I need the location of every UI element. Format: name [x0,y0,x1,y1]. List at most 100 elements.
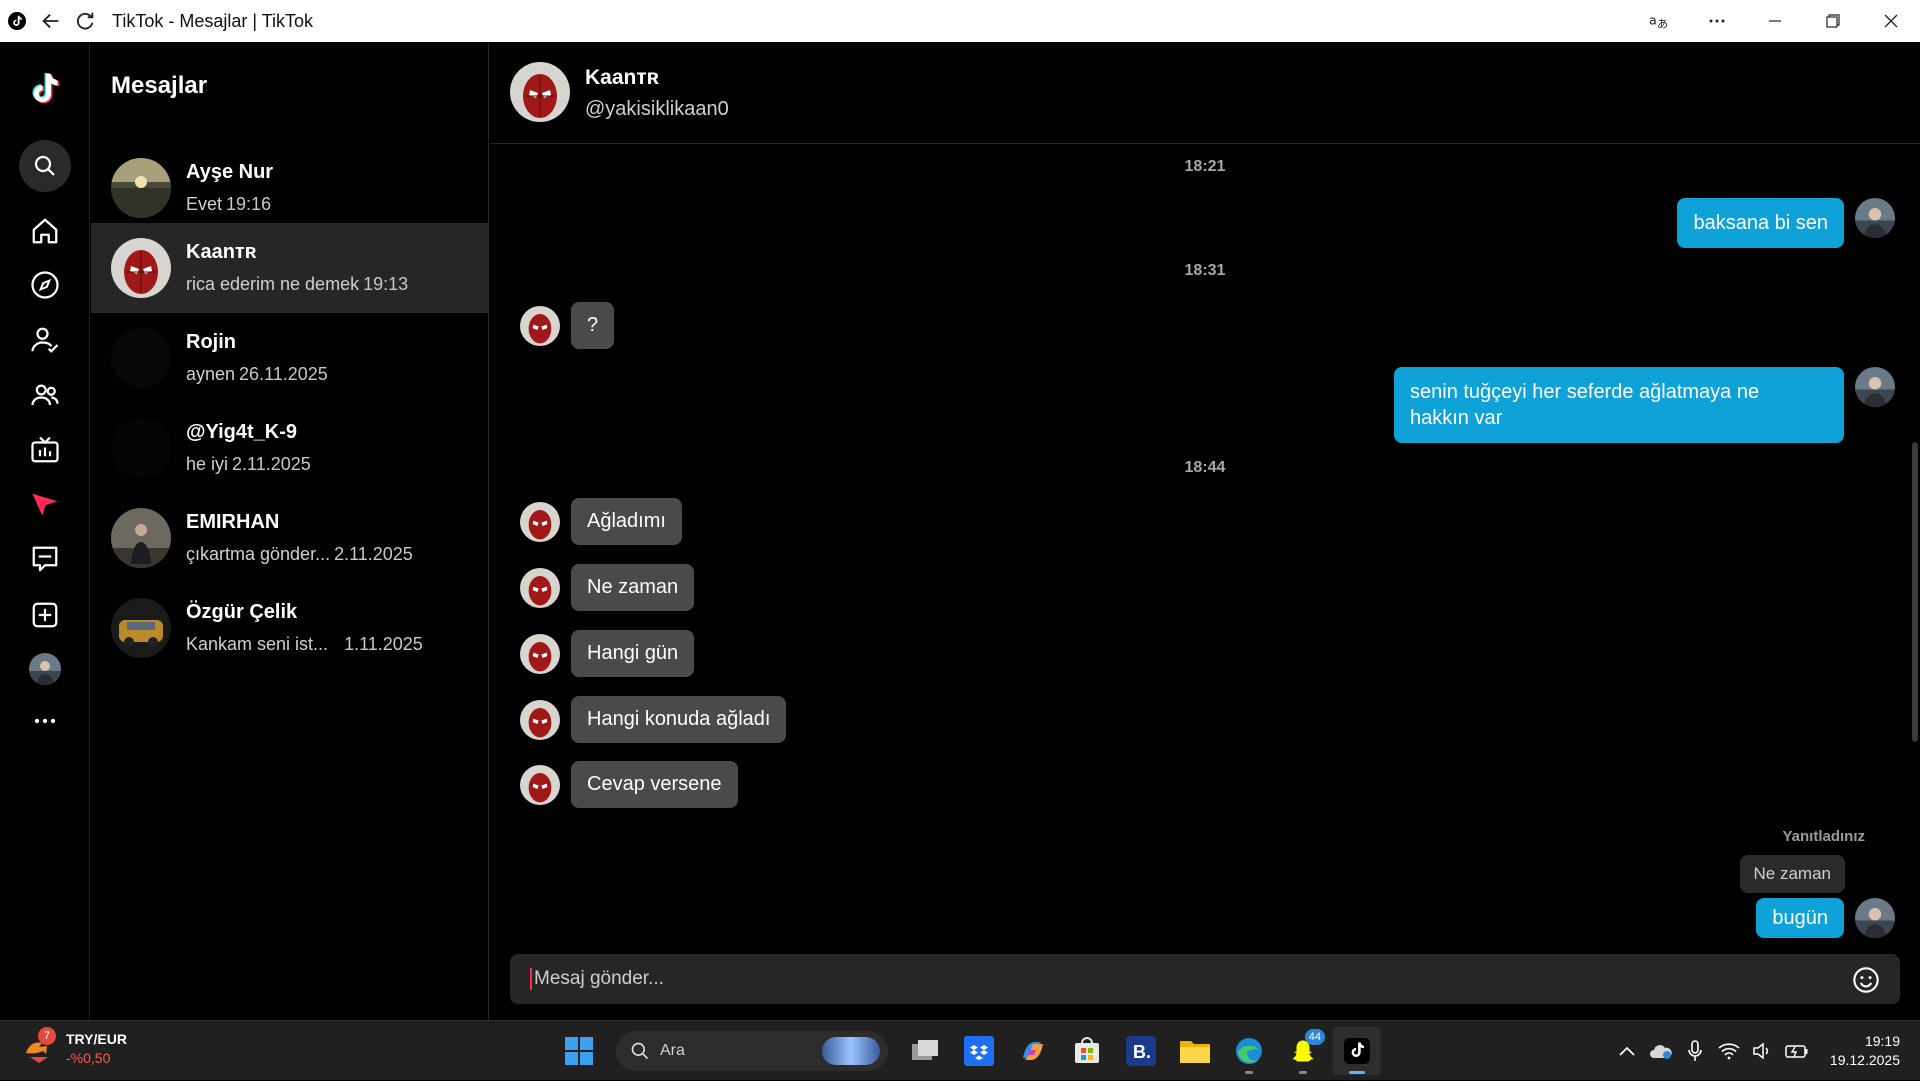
message-outgoing: baksana bi sen [1677,198,1895,248]
clock[interactable]: 19:19 19.12.2025 [1830,1032,1900,1070]
microphone-icon[interactable] [1680,1036,1710,1066]
avatar [1855,367,1895,407]
message-incoming: Hangi gün [520,630,695,677]
avatar [520,567,560,608]
chevron-up-icon[interactable] [1612,1036,1642,1066]
avatar [1855,898,1895,938]
tiktok-taskbar-icon[interactable] [1333,1027,1381,1075]
refresh-icon[interactable] [68,0,102,42]
minimize-button[interactable] [1746,0,1804,42]
messages-icon[interactable] [24,484,66,526]
back-icon[interactable] [34,0,68,42]
translate-icon[interactable]: aあ [1630,0,1688,42]
taskbar-search[interactable]: Ara [616,1031,888,1071]
avatar [111,418,171,478]
task-view-icon[interactable] [901,1027,949,1075]
conversation-item-active[interactable]: Kaanᴛʀ rica ederim ne demek 19:13 [91,223,489,313]
message-incoming: Hangi konuda ağladı [520,696,787,743]
search-icon[interactable] [19,140,71,192]
restore-button[interactable] [1804,0,1862,42]
message-outgoing: senin tuğçeyi her seferde ağlatmaya ne h… [1394,367,1895,443]
battery-icon[interactable] [1782,1036,1812,1066]
message-line: senin tuğçeyi her seferde ağlatmaya ne [1410,381,1760,403]
ticker-change: -%0,50 [66,1050,111,1066]
ticker-icon: 7 [22,1027,56,1065]
message-incoming: Ağladımı [520,498,682,545]
copilot-icon[interactable] [1009,1027,1057,1075]
nav-rail [0,42,90,1020]
conversation-time: 19:13 [363,274,409,294]
conversation-name: EMIRHAN [186,511,280,533]
file-explorer-icon[interactable] [1171,1027,1219,1075]
conversation-item[interactable]: Rojin aynen 26.11.2025 [91,313,489,403]
message-incoming: Cevap versene [520,761,738,808]
more-menu-icon[interactable] [24,700,66,742]
conversation-item[interactable]: Ayşe Nur Evet 19:16 [91,143,489,233]
explore-icon[interactable] [24,264,66,306]
emoji-icon[interactable] [1852,966,1880,999]
active-indicator [1349,1071,1365,1074]
message-bubble[interactable]: Cevap versene [571,761,738,808]
conversation-item[interactable]: Özgür Çelik Kankam seni ist... 1.11.2025 [91,583,489,673]
home-icon[interactable] [24,210,66,252]
message-bubble[interactable]: senin tuğçeyi her seferde ağlatmaya ne h… [1394,367,1844,443]
inbox-icon[interactable] [24,538,66,580]
message-incoming: ? [520,302,615,349]
running-indicator [1299,1071,1307,1074]
message-bubble[interactable]: Hangi konuda ağladı [571,696,787,743]
message-bubble[interactable]: bugün [1756,898,1844,938]
conversation-list: Mesajlar Ayşe Nur Evet 19:16 Kaanᴛʀ rica … [91,42,489,1020]
message-incoming: Ne zaman [520,564,695,611]
snapchat-icon[interactable]: 44 [1279,1027,1327,1075]
live-icon[interactable] [24,429,66,471]
title-bar: TikTok - Mesajlar | TikTok aあ [0,0,1920,42]
conversation-preview: çıkartma gönder... [186,544,331,564]
profile-avatar[interactable] [24,648,66,690]
chat-avatar[interactable] [510,62,570,122]
avatar [111,508,171,568]
conversation-name: Ayşe Nur [186,161,274,183]
microsoft-store-icon[interactable] [1063,1027,1111,1075]
conversation-item[interactable]: EMIRHAN çıkartma gönder... 2.11.2025 [91,493,489,583]
tiktok-logo-icon[interactable] [24,70,66,112]
close-button[interactable] [1862,0,1920,42]
chat-contact-name[interactable]: Kaanᴛʀ [585,66,659,90]
running-indicator [1245,1071,1253,1074]
chat-contact-handle[interactable]: @yakisiklikaan0 [585,98,729,121]
message-bubble[interactable]: ? [571,302,615,349]
avatar [1855,198,1895,238]
friends-icon[interactable] [24,374,66,416]
edge-icon[interactable] [1225,1027,1273,1075]
message-outgoing: bugün [1756,898,1895,938]
reply-quote[interactable]: Ne zaman [1739,855,1845,893]
message-bubble[interactable]: Ne zaman [571,564,695,611]
booking-icon[interactable]: B. [1117,1027,1165,1075]
message-bubble[interactable]: baksana bi sen [1677,198,1844,248]
wifi-icon[interactable] [1714,1036,1744,1066]
ticker-widget[interactable]: 7 TRY/EUR -%0,50 [22,1027,127,1066]
following-icon[interactable] [24,319,66,361]
message-input[interactable] [530,968,1830,990]
dropbox-icon[interactable] [955,1027,1003,1075]
onedrive-icon[interactable] [1646,1036,1676,1066]
avatar [111,238,171,298]
svg-text:a: a [1649,13,1657,28]
avatar [520,633,560,674]
clock-time: 19:19 [1864,1033,1900,1049]
reply-label: Yanıtladınız [1782,828,1865,845]
more-options-icon[interactable] [1688,0,1746,42]
conversation-preview: rica ederim ne demek [186,274,360,294]
notification-badge: 44 [1304,1029,1325,1045]
timestamp: 18:44 [1184,459,1226,476]
chat-scrollbar[interactable] [1912,442,1918,742]
ticker-name: TRY/EUR [66,1031,127,1047]
message-bubble[interactable]: Hangi gün [571,630,695,677]
chat-panel: Kaanᴛʀ @yakisiklikaan0 18:21 baksana bi … [490,42,1920,1020]
upload-icon[interactable] [24,594,66,636]
volume-icon[interactable] [1748,1036,1778,1066]
start-button[interactable] [555,1027,603,1075]
conversation-item[interactable]: @Yig4t_K-9 he iyi 2.11.2025 [91,403,489,493]
message-bubble[interactable]: Ağladımı [571,498,682,545]
avatar [111,598,171,658]
avatar [520,501,560,542]
